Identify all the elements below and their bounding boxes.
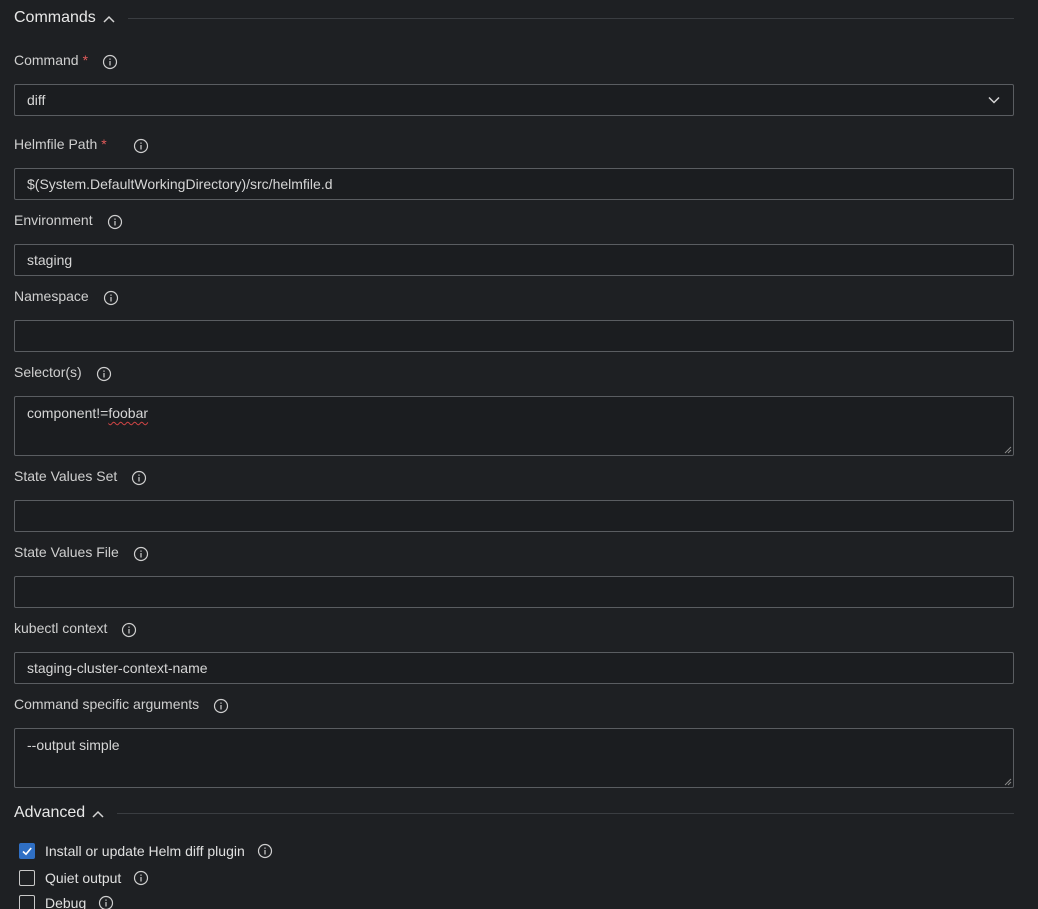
debug-label[interactable]: Debug <box>45 895 86 909</box>
info-icon[interactable] <box>96 366 112 382</box>
required-asterisk: * <box>82 52 89 68</box>
section-divider <box>117 812 1014 814</box>
namespace-input[interactable] <box>14 320 1014 352</box>
command-args-label-row: Command specific arguments <box>14 694 229 714</box>
info-icon[interactable] <box>98 895 114 909</box>
checkmark-icon <box>22 847 32 856</box>
info-icon[interactable] <box>133 138 149 154</box>
helmfile-path-input[interactable]: $(System.DefaultWorkingDirectory)/src/he… <box>14 168 1014 200</box>
advanced-section-title: Advanced <box>14 804 86 821</box>
selectors-label: Selector(s) <box>14 364 82 380</box>
command-args-textarea[interactable]: --output simple <box>14 728 1014 788</box>
kubectl-context-label-row: kubectl context <box>14 618 137 638</box>
state-values-set-label-row: State Values Set <box>14 466 147 486</box>
task-settings-panel: Commands Command * diff Helmfile Path * … <box>0 0 1038 909</box>
namespace-label: Namespace <box>14 288 89 304</box>
environment-value: staging <box>27 252 73 268</box>
advanced-section-header[interactable]: Advanced <box>14 804 1014 822</box>
environment-label: Environment <box>14 212 93 228</box>
quiet-output-label[interactable]: Quiet output <box>45 870 121 886</box>
state-values-file-label: State Values File <box>14 544 119 560</box>
resize-handle-icon[interactable] <box>1003 777 1012 786</box>
selectors-textarea[interactable]: component!=foobar <box>14 396 1014 456</box>
selectors-label-row: Selector(s) <box>14 362 112 382</box>
info-icon[interactable] <box>103 290 119 306</box>
command-args-value: --output simple <box>27 737 120 753</box>
commands-section-title: Commands <box>14 9 96 26</box>
info-icon[interactable] <box>133 870 149 886</box>
debug-option: Debug <box>19 895 114 909</box>
command-select-value: diff <box>27 92 46 108</box>
command-select[interactable]: diff <box>14 84 1014 116</box>
info-icon[interactable] <box>257 843 273 859</box>
state-values-set-input[interactable] <box>14 500 1014 532</box>
environment-input[interactable]: staging <box>14 244 1014 276</box>
info-icon[interactable] <box>102 54 118 70</box>
spellcheck-flagged-word: foobar <box>108 405 149 421</box>
resize-handle-icon[interactable] <box>1003 445 1012 454</box>
chevron-down-icon <box>988 96 1000 104</box>
section-divider <box>127 17 1014 19</box>
state-values-set-label: State Values Set <box>14 468 118 484</box>
install-helm-diff-checkbox[interactable] <box>19 843 35 859</box>
info-icon[interactable] <box>107 214 123 230</box>
info-icon[interactable] <box>213 698 229 714</box>
state-values-file-label-row: State Values File <box>14 542 149 562</box>
helmfile-path-label-row: Helmfile Path * <box>14 134 149 154</box>
chevron-up-icon[interactable] <box>91 807 105 821</box>
install-helm-diff-label[interactable]: Install or update Helm diff plugin <box>45 843 245 859</box>
quiet-output-option: Quiet output <box>19 870 149 886</box>
commands-section-header[interactable]: Commands <box>14 9 1014 27</box>
chevron-up-icon[interactable] <box>102 12 116 26</box>
command-label: Command <box>14 52 79 68</box>
quiet-output-checkbox[interactable] <box>19 870 35 886</box>
state-values-file-input[interactable] <box>14 576 1014 608</box>
command-label-row: Command * <box>14 50 118 70</box>
kubectl-context-value: staging-cluster-context-name <box>27 660 208 676</box>
helmfile-path-value: $(System.DefaultWorkingDirectory)/src/he… <box>27 176 333 192</box>
environment-label-row: Environment <box>14 210 123 230</box>
required-asterisk: * <box>101 136 107 152</box>
install-helm-diff-option: Install or update Helm diff plugin <box>19 843 273 859</box>
selectors-value-prefix: component!= <box>27 405 109 421</box>
kubectl-context-label: kubectl context <box>14 620 108 636</box>
namespace-label-row: Namespace <box>14 286 119 306</box>
info-icon[interactable] <box>121 622 137 638</box>
info-icon[interactable] <box>131 470 147 486</box>
debug-checkbox[interactable] <box>19 895 35 909</box>
info-icon[interactable] <box>133 546 149 562</box>
helmfile-path-label: Helmfile Path <box>14 136 98 152</box>
kubectl-context-input[interactable]: staging-cluster-context-name <box>14 652 1014 684</box>
command-args-label: Command specific arguments <box>14 696 200 712</box>
